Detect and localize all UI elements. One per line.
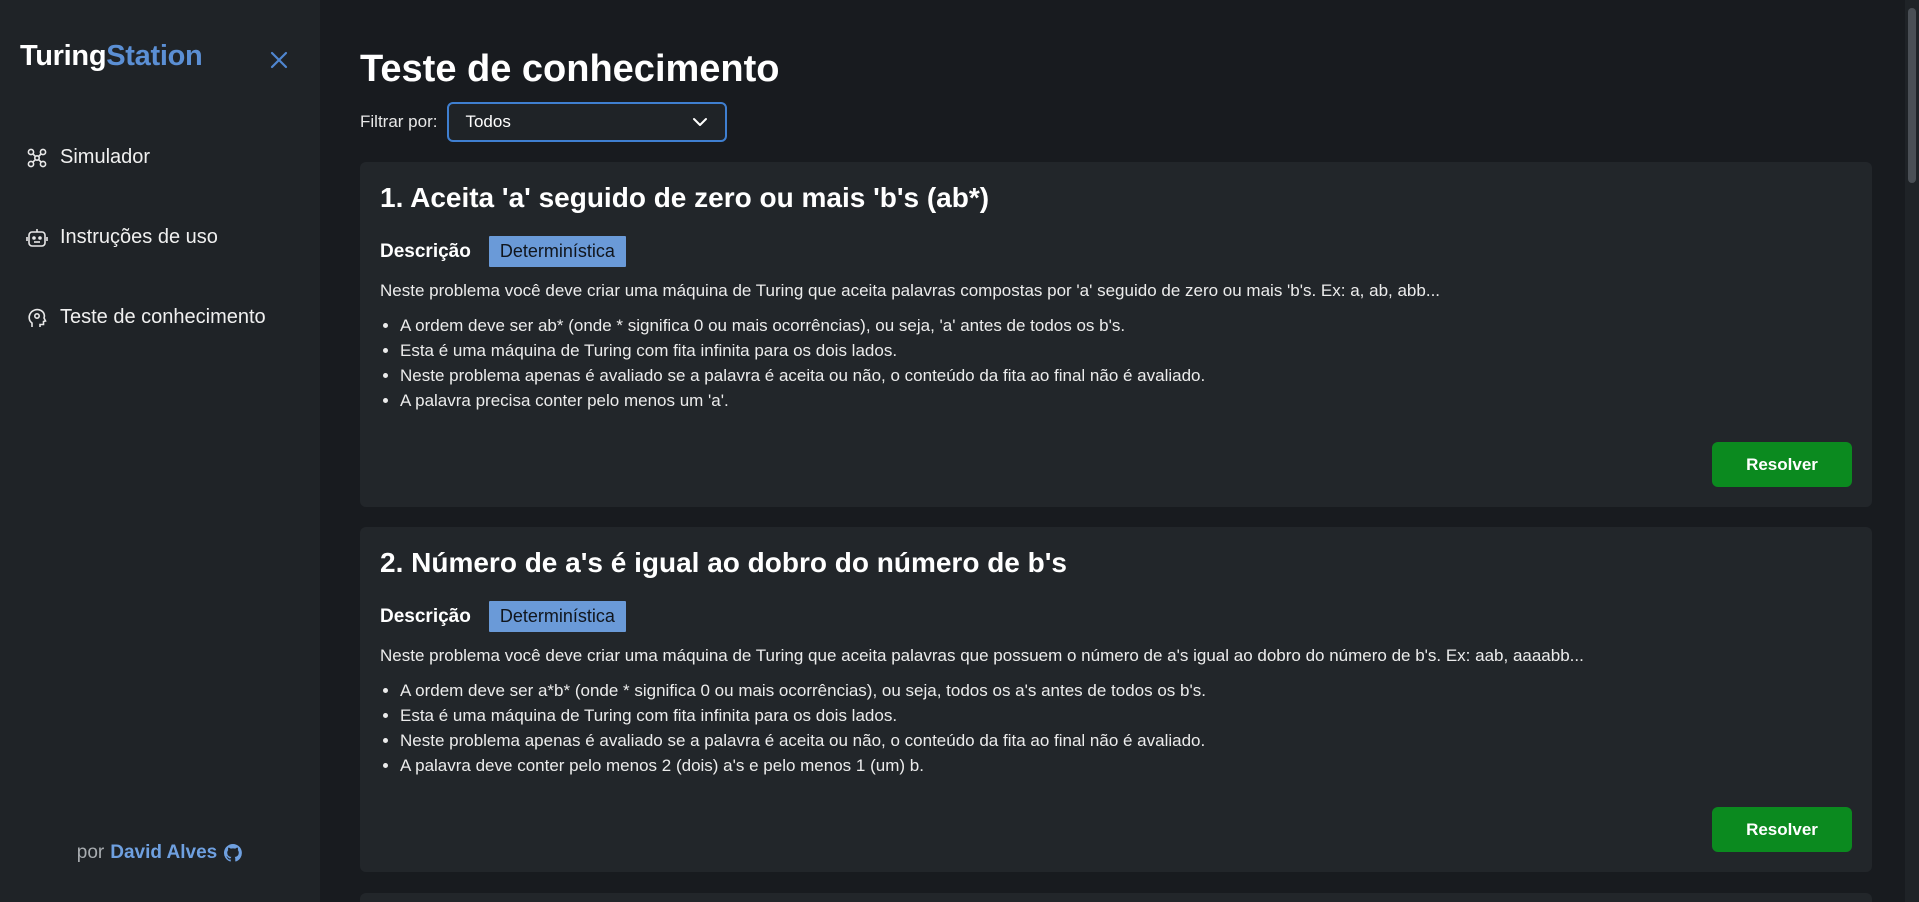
- rule-item: Esta é uma máquina de Turing com fita in…: [400, 703, 1852, 728]
- filter-label: Filtrar por:: [360, 112, 438, 131]
- main-content: Teste de conhecimento Filtrar por: Todos…: [320, 0, 1919, 902]
- problem-title: 1. Aceita 'a' seguido de zero ou mais 'b…: [380, 182, 990, 213]
- rules-list: A ordem deve ser ab* (onde * significa 0…: [400, 313, 1852, 413]
- problem-card: 1. Aceita 'a' seguido de zero ou mais 'b…: [360, 162, 1872, 507]
- sidebar-footer: por David Alves: [0, 842, 320, 864]
- description-row: Descrição Determinística: [380, 601, 1852, 632]
- page-title: Teste de conhecimento: [360, 48, 780, 90]
- footer-prefix: por: [76, 842, 105, 863]
- type-badge: Determinística: [488, 601, 626, 632]
- description-label: Descrição: [380, 240, 471, 262]
- github-icon[interactable]: [223, 843, 243, 863]
- scrollbar-track[interactable]: [1905, 0, 1919, 902]
- graph-nodes-icon: [26, 147, 48, 169]
- chevron-down-icon: [691, 113, 709, 131]
- rule-item: A ordem deve ser a*b* (onde * significa …: [400, 678, 1852, 703]
- rule-item: A palavra precisa conter pelo menos um '…: [400, 388, 1852, 413]
- sidebar-item-label: Instruções de uso: [60, 226, 218, 248]
- sidebar: TuringStation Simulador Instruções de us…: [0, 0, 320, 902]
- problem-lead: Neste problema você deve criar uma máqui…: [380, 646, 1584, 665]
- description-row: Descrição Determinística: [380, 236, 1852, 267]
- rules-list: A ordem deve ser a*b* (onde * significa …: [400, 678, 1852, 778]
- sidebar-item-simulador[interactable]: Simulador: [26, 146, 150, 169]
- brand-part2: Station: [106, 40, 203, 72]
- type-badge: Determinística: [488, 236, 626, 267]
- description-label: Descrição: [380, 605, 471, 627]
- resolve-button[interactable]: Resolver: [1712, 442, 1852, 487]
- rule-item: Esta é uma máquina de Turing com fita in…: [400, 338, 1852, 363]
- rule-item: Neste problema apenas é avaliado se a pa…: [400, 728, 1852, 753]
- sidebar-item-label: Teste de conhecimento: [60, 306, 266, 328]
- brain-head-icon: [26, 307, 48, 329]
- problem-card-partial: [360, 893, 1872, 902]
- sidebar-item-instrucoes[interactable]: Instruções de uso: [26, 226, 218, 249]
- filter-select[interactable]: Todos: [447, 102, 728, 142]
- close-icon: [270, 51, 288, 69]
- problem-card: 2. Número de a's é igual ao dobro do núm…: [360, 527, 1872, 872]
- scrollbar-thumb[interactable]: [1908, 8, 1916, 183]
- filter-selected-value: Todos: [465, 112, 511, 131]
- brand-logo[interactable]: TuringStation: [20, 40, 203, 73]
- author-link[interactable]: David Alves: [110, 842, 217, 864]
- problem-title: 2. Número de a's é igual ao dobro do núm…: [380, 547, 1067, 578]
- rule-item: A ordem deve ser ab* (onde * significa 0…: [400, 313, 1852, 338]
- rule-item: Neste problema apenas é avaliado se a pa…: [400, 363, 1852, 388]
- brand-part1: Turing: [20, 40, 107, 72]
- resolve-button[interactable]: Resolver: [1712, 807, 1852, 852]
- filter-row: Filtrar por: Todos: [360, 102, 728, 142]
- close-sidebar-button[interactable]: [268, 49, 290, 71]
- problem-lead: Neste problema você deve criar uma máqui…: [380, 281, 1441, 300]
- app: TuringStation Simulador Instruções de us…: [0, 0, 1919, 902]
- sidebar-item-label: Simulador: [60, 146, 151, 168]
- sidebar-item-teste[interactable]: Teste de conhecimento: [26, 306, 266, 329]
- rule-item: A palavra deve conter pelo menos 2 (dois…: [400, 753, 1852, 778]
- robot-face-icon: [26, 227, 48, 249]
